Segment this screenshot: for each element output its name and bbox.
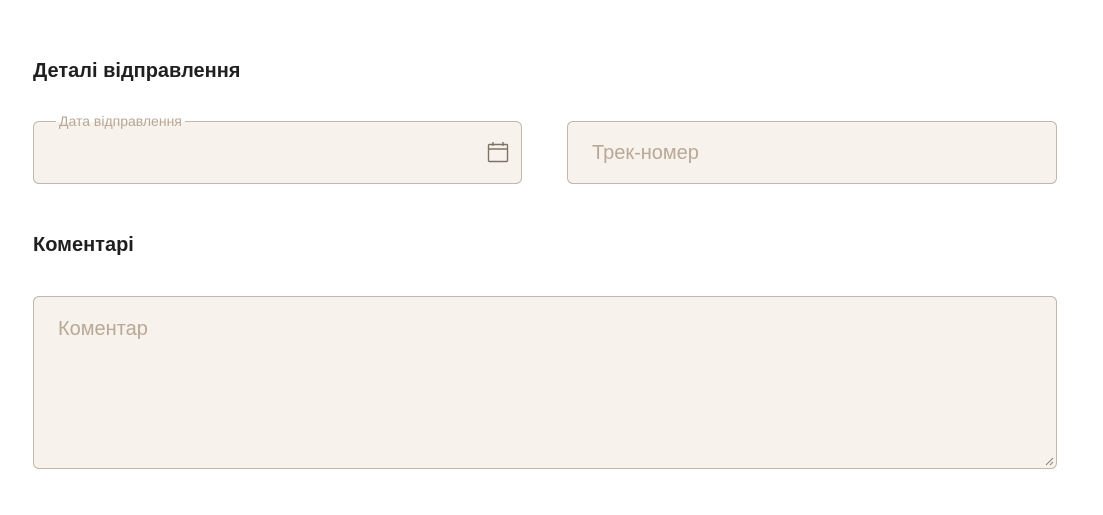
comment-placeholder: Коментар xyxy=(58,318,148,340)
shipping-date-field[interactable]: Дата відправлення xyxy=(33,113,522,184)
shipping-date-label: Дата відправлення xyxy=(56,113,185,129)
shipping-form: Деталі відправлення Дата відправлення Тр… xyxy=(0,0,1103,515)
calendar-icon[interactable] xyxy=(487,141,509,163)
comments-heading: Коментарі xyxy=(33,234,134,256)
resize-handle-icon[interactable] xyxy=(1044,456,1054,466)
tracking-number-placeholder: Трек-номер xyxy=(592,142,699,164)
tracking-number-input[interactable]: Трек-номер xyxy=(567,121,1057,184)
comment-textarea[interactable]: Коментар xyxy=(33,296,1057,469)
shipping-details-heading: Деталі відправлення xyxy=(33,60,241,82)
